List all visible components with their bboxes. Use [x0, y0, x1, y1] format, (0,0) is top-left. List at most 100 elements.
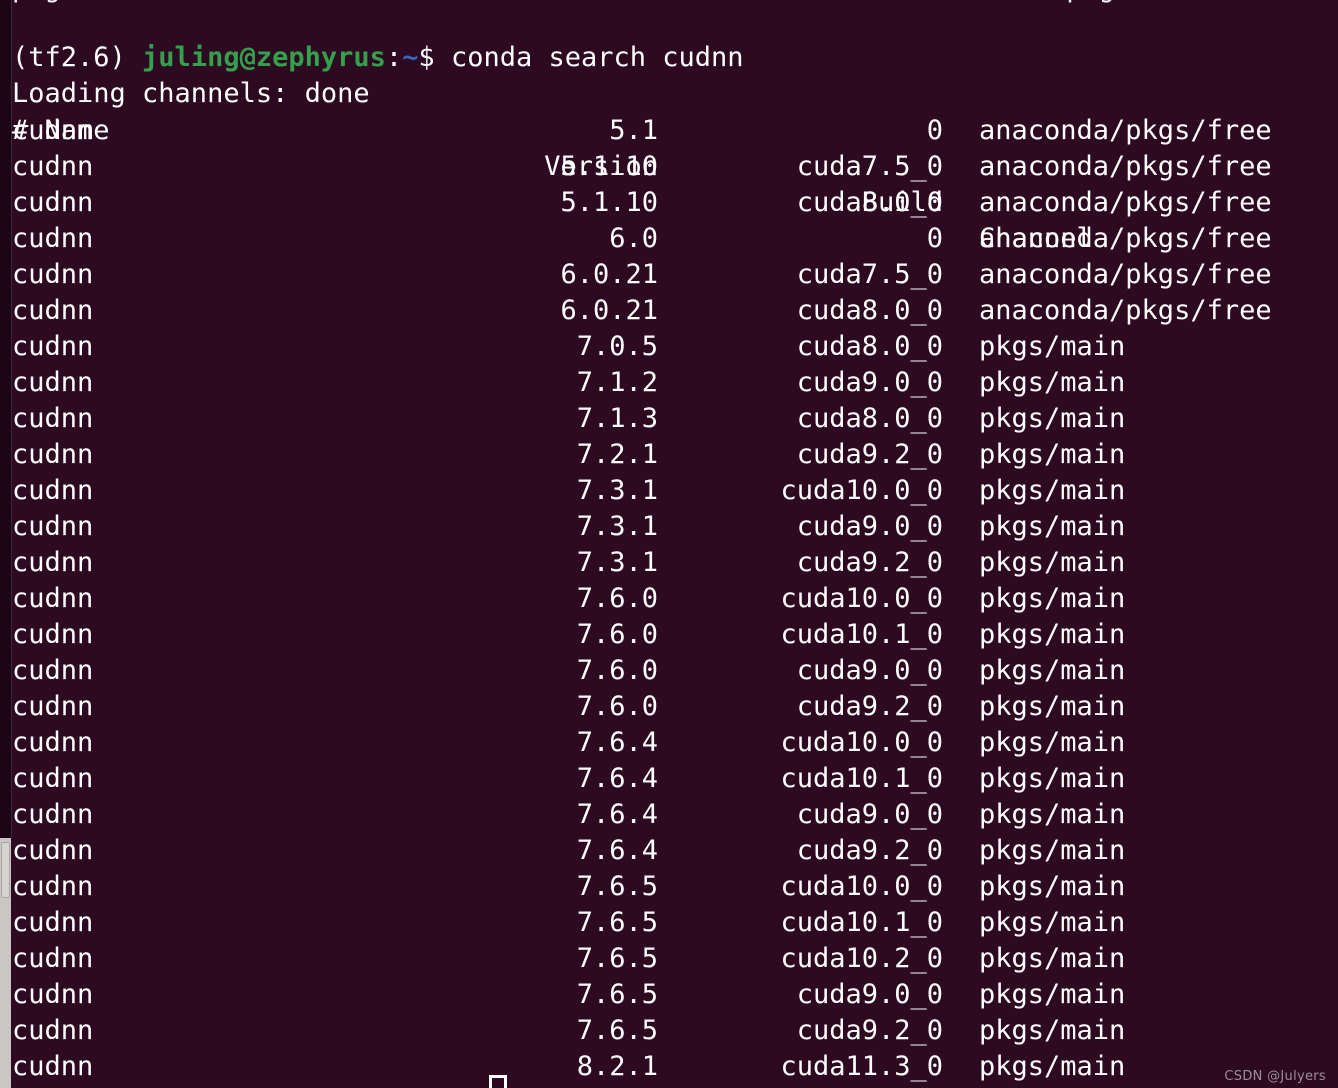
- cell-channel: pkgs/main: [979, 655, 1126, 686]
- table-row: cudnn 7.6.5 cuda9.2_0 pkgs/main: [0, 1013, 1338, 1049]
- cell-version: 6.0.21: [560, 295, 658, 326]
- table-row: cudnn 5.1.10 cuda8.0_0 anaconda/pkgs/free: [0, 185, 1338, 221]
- table-row: cudnn 7.1.2 cuda9.0_0 pkgs/main: [0, 365, 1338, 401]
- cell-build: 0: [926, 115, 943, 146]
- cell-package-name: cudnn: [12, 511, 94, 542]
- cell-build: cuda10.1_0: [780, 763, 943, 794]
- cell-channel: pkgs/main: [979, 1015, 1126, 1046]
- cell-build: cuda9.0_0: [796, 799, 943, 830]
- cell-package-name: cudnn: [12, 295, 94, 326]
- cell-version: 7.6.4: [576, 799, 658, 830]
- table-row: cudnn 6.0.21 cuda7.5_0 anaconda/pkgs/free: [0, 257, 1338, 293]
- table-row: cudnn 7.6.0 cuda10.0_0 pkgs/main: [0, 581, 1338, 617]
- cell-channel: pkgs/main: [979, 547, 1126, 578]
- table-row: cudnn 8.2.1 cuda11.3_0 pkgs/main: [0, 1049, 1338, 1085]
- csdn-watermark: CSDN @Julyers: [1224, 1069, 1326, 1084]
- cell-version: 7.6.4: [576, 835, 658, 866]
- cell-version: 5.1.10: [560, 151, 658, 182]
- table-row: cudnn 5.1 0 anaconda/pkgs/free: [0, 113, 1338, 149]
- cell-package-name: cudnn: [12, 655, 94, 686]
- cell-version: 7.1.2: [576, 367, 658, 398]
- cell-build: cuda10.0_0: [780, 727, 943, 758]
- scrollbar-track-upper[interactable]: [0, 0, 12, 838]
- cell-channel: pkgs/main: [979, 763, 1126, 794]
- cell-build: cuda10.0_0: [780, 871, 943, 902]
- terminal-screen: pkgs/ /pkgs/ (tf2.6) juling@zephyrus:~$ …: [0, 0, 1338, 1088]
- cell-channel: anaconda/pkgs/free: [979, 295, 1272, 326]
- cell-package-name: cudnn: [12, 475, 94, 506]
- cell-build: cuda9.2_0: [796, 835, 943, 866]
- cell-package-name: cudnn: [12, 151, 94, 182]
- cell-package-name: cudnn: [12, 583, 94, 614]
- cell-build: cuda9.2_0: [796, 547, 943, 578]
- cell-package-name: cudnn: [12, 331, 94, 362]
- cell-package-name: cudnn: [12, 1051, 94, 1082]
- cell-version: 7.3.1: [576, 547, 658, 578]
- cell-build: cuda8.0_0: [796, 403, 943, 434]
- cell-build: cuda9.0_0: [796, 655, 943, 686]
- cell-channel: pkgs/main: [979, 871, 1126, 902]
- table-row: cudnn 7.0.5 cuda8.0_0 pkgs/main: [0, 329, 1338, 365]
- cell-build: cuda10.1_0: [780, 619, 943, 650]
- cell-build: cuda7.5_0: [796, 259, 943, 290]
- cell-version: 7.6.4: [576, 763, 658, 794]
- cell-version: 7.2.1: [576, 439, 658, 470]
- table-row: cudnn 7.6.0 cuda10.1_0 pkgs/main: [0, 617, 1338, 653]
- table-row: cudnn 7.6.5 cuda10.1_0 pkgs/main: [0, 905, 1338, 941]
- terminal-window[interactable]: pkgs/ /pkgs/ (tf2.6) juling@zephyrus:~$ …: [0, 0, 1338, 1088]
- terminal-scrollbar[interactable]: [0, 0, 12, 1088]
- table-row: cudnn 7.6.0 cuda9.0_0 pkgs/main: [0, 653, 1338, 689]
- cell-channel: pkgs/main: [979, 943, 1126, 974]
- table-row: cudnn 7.6.5 cuda9.0_0 pkgs/main: [0, 977, 1338, 1013]
- cell-channel: pkgs/main: [979, 583, 1126, 614]
- table-row: cudnn 7.6.0 cuda9.2_0 pkgs/main: [0, 689, 1338, 725]
- cell-build: cuda10.0_0: [780, 475, 943, 506]
- cell-package-name: cudnn: [12, 259, 94, 290]
- table-row: cudnn 7.6.4 cuda9.0_0 pkgs/main: [0, 797, 1338, 833]
- cell-version: 7.6.0: [576, 619, 658, 650]
- cell-channel: anaconda/pkgs/free: [979, 187, 1272, 218]
- table-row: cudnn 7.6.4 cuda9.2_0 pkgs/main: [0, 833, 1338, 869]
- cell-version: 7.6.0: [576, 655, 658, 686]
- cell-package-name: cudnn: [12, 403, 94, 434]
- cell-package-name: cudnn: [12, 223, 94, 254]
- cell-version: 7.3.1: [576, 475, 658, 506]
- cell-channel: pkgs/main: [979, 439, 1126, 470]
- cell-channel: pkgs/main: [979, 691, 1126, 722]
- cell-version: 5.1: [609, 115, 658, 146]
- cell-version: 6.0.21: [560, 259, 658, 290]
- cell-package-name: cudnn: [12, 439, 94, 470]
- cell-version: 8.2.1: [576, 1051, 658, 1082]
- cell-channel: pkgs/main: [979, 1051, 1126, 1082]
- cell-build: cuda10.0_0: [780, 583, 943, 614]
- cell-channel: anaconda/pkgs/free: [979, 151, 1272, 182]
- table-row: cudnn 6.0 0 anaconda/pkgs/free: [0, 221, 1338, 257]
- cell-build: cuda9.2_0: [796, 691, 943, 722]
- table-row: cudnn 7.3.1 cuda9.0_0 pkgs/main: [0, 509, 1338, 545]
- cell-package-name: cudnn: [12, 367, 94, 398]
- cell-version: 7.6.5: [576, 979, 658, 1010]
- cell-channel: pkgs/main: [979, 403, 1126, 434]
- cell-package-name: cudnn: [12, 979, 94, 1010]
- table-header-row: # Name Version Build Channel: [0, 77, 1338, 254]
- cell-build: cuda10.2_0: [780, 943, 943, 974]
- cell-channel: pkgs/main: [979, 619, 1126, 650]
- table-row: cudnn 7.2.1 cuda9.2_0 pkgs/main: [0, 437, 1338, 473]
- cell-package-name: cudnn: [12, 763, 94, 794]
- cell-build: cuda10.1_0: [780, 907, 943, 938]
- cell-version: 7.6.4: [576, 727, 658, 758]
- cell-version: 7.6.5: [576, 943, 658, 974]
- cell-channel: pkgs/main: [979, 727, 1126, 758]
- cell-package-name: cudnn: [12, 619, 94, 650]
- table-row: cudnn 7.6.4 cuda10.0_0 pkgs/main: [0, 725, 1338, 761]
- table-row: cudnn 7.6.5 cuda10.0_0 pkgs/main: [0, 869, 1338, 905]
- cell-build: cuda8.0_0: [796, 295, 943, 326]
- cell-version: 7.6.0: [576, 691, 658, 722]
- cell-version: 6.0: [609, 223, 658, 254]
- cell-channel: anaconda/pkgs/free: [979, 259, 1272, 290]
- cell-package-name: cudnn: [12, 907, 94, 938]
- table-row: cudnn 7.6.5 cuda10.2_0 pkgs/main: [0, 941, 1338, 977]
- cell-channel: pkgs/main: [979, 907, 1126, 938]
- cell-package-name: cudnn: [12, 799, 94, 830]
- scrollbar-thumb[interactable]: [1, 842, 10, 898]
